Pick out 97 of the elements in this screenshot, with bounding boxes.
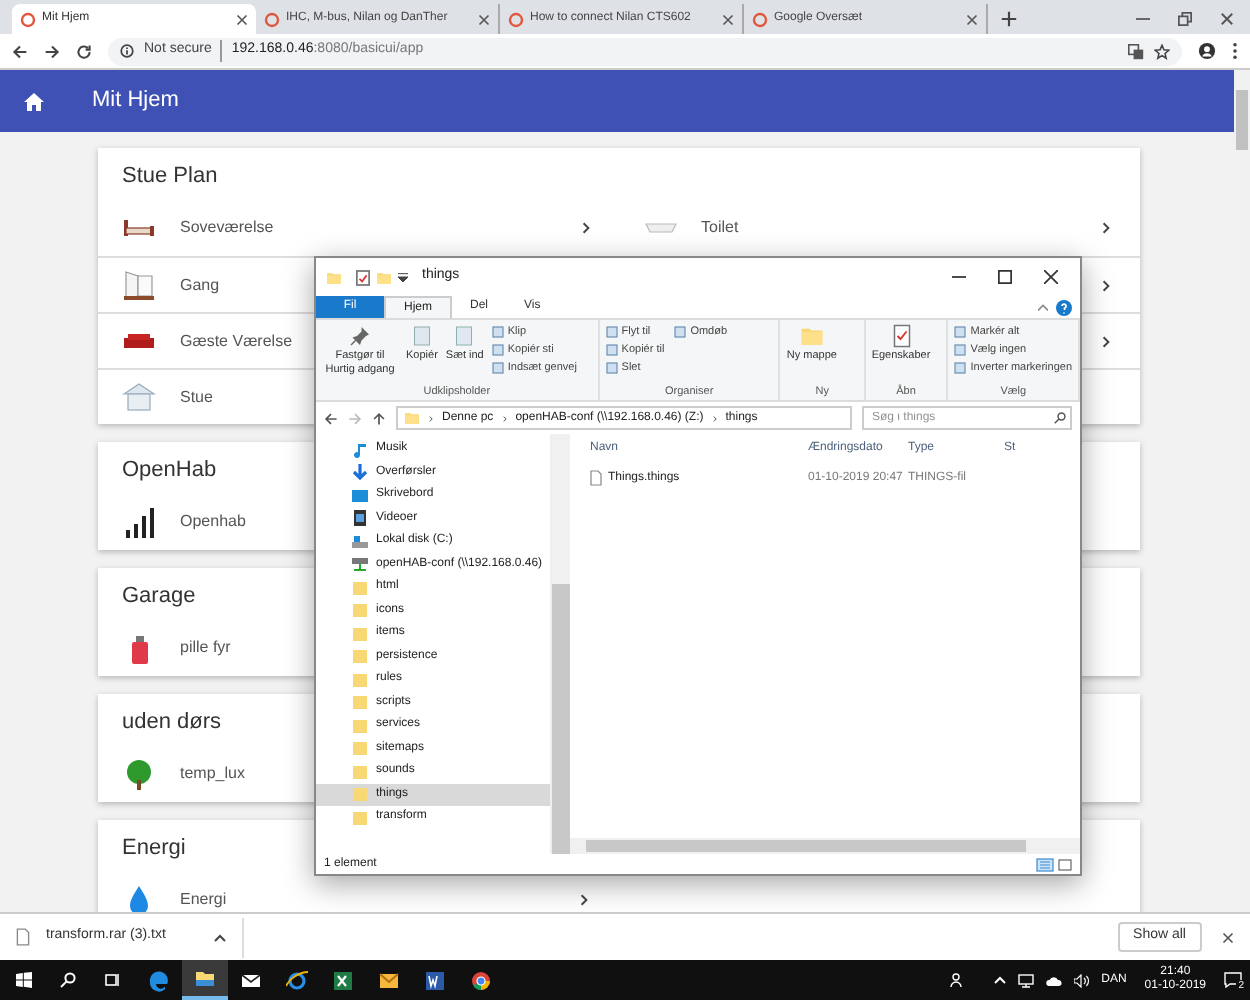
- envelope-icon: [240, 969, 262, 991]
- help-icon[interactable]: [1056, 300, 1072, 316]
- widget-label[interactable]: Energi: [180, 888, 227, 912]
- spreadsheet-icon: [332, 969, 354, 991]
- widget-label[interactable]: Gang: [180, 273, 220, 297]
- chevron-right-icon[interactable]: [579, 220, 591, 236]
- close-icon[interactable]: [966, 13, 978, 25]
- collapse-icon[interactable]: [1038, 304, 1048, 312]
- chevron-right-icon[interactable]: [1100, 277, 1112, 293]
- caret-up-icon[interactable]: [213, 933, 226, 941]
- maximize-icon[interactable]: [998, 270, 1012, 284]
- close-icon[interactable]: [1044, 270, 1058, 284]
- pin-icon: [348, 324, 372, 348]
- info-icon: [120, 44, 134, 58]
- chevron-right-icon[interactable]: [578, 892, 590, 908]
- page-icon: [20, 11, 36, 27]
- dropdown-icon[interactable]: [398, 272, 408, 282]
- clipboard-icon: [452, 324, 477, 348]
- widget-label[interactable]: Toilet: [701, 216, 739, 240]
- reload-icon[interactable]: [76, 43, 92, 59]
- folder-icon: [404, 410, 420, 426]
- speaker-icon[interactable]: [1073, 973, 1090, 987]
- ie-icon: [286, 969, 308, 991]
- new-tab-icon[interactable]: [1000, 10, 1018, 28]
- star-icon[interactable]: [1154, 43, 1170, 59]
- frame-title: uden dørs: [122, 707, 222, 737]
- large-icons-view-icon[interactable]: [1058, 857, 1072, 871]
- calendar-mail-icon: [378, 969, 400, 991]
- frame-title: Energi: [122, 833, 186, 863]
- back-icon[interactable]: [12, 43, 28, 59]
- download-arrow-icon: [352, 464, 368, 481]
- drive-icon: [352, 533, 368, 550]
- page-icon: [264, 11, 280, 27]
- properties-icon[interactable]: [356, 269, 370, 285]
- bathtub-icon: [643, 222, 677, 234]
- edge-icon: [148, 969, 170, 991]
- up-icon[interactable]: [372, 411, 386, 425]
- signal-icon: [122, 505, 156, 539]
- house-icon: [122, 380, 156, 414]
- action-icon: [674, 326, 687, 338]
- account-icon[interactable]: [1198, 42, 1216, 60]
- restore-icon[interactable]: [1178, 12, 1192, 26]
- document-icon: [424, 969, 446, 991]
- scrollbar[interactable]: [552, 434, 570, 854]
- network-drive-icon: [352, 556, 368, 573]
- task-view-icon[interactable]: [104, 972, 120, 988]
- notification-icon: [1224, 972, 1242, 988]
- back-icon[interactable]: [324, 411, 338, 425]
- frame-title: OpenHab: [122, 455, 217, 485]
- search-icon[interactable]: [1054, 412, 1066, 424]
- chevron-right-icon[interactable]: [1100, 333, 1112, 349]
- desktop-icon: [352, 487, 368, 504]
- close-icon[interactable]: [1222, 931, 1234, 943]
- search-icon[interactable]: [60, 972, 76, 988]
- properties-icon: [889, 324, 913, 348]
- chevron-right-icon: [428, 413, 434, 423]
- widget-label[interactable]: Gæste Værelse: [180, 329, 293, 353]
- file-icon: [16, 928, 30, 946]
- widget-label[interactable]: Stue: [180, 385, 213, 409]
- close-icon[interactable]: [722, 13, 734, 25]
- frame-title: Garage: [122, 581, 196, 611]
- taskbar-button[interactable]: [182, 960, 228, 1000]
- people-icon[interactable]: [949, 972, 966, 988]
- widget-label[interactable]: pille fyr: [180, 636, 231, 660]
- close-icon[interactable]: [478, 13, 490, 25]
- close-icon[interactable]: [236, 13, 248, 25]
- music-note-icon: [352, 441, 368, 458]
- page-icon: [508, 11, 524, 27]
- app-title: Mit Hjem: [92, 86, 179, 117]
- chevron-right-icon: [501, 413, 508, 423]
- forward-icon[interactable]: [44, 43, 60, 59]
- frame-title: Stue Plan: [122, 161, 218, 191]
- home-icon[interactable]: [24, 91, 44, 111]
- minimize-icon[interactable]: [1136, 12, 1150, 26]
- widget-label[interactable]: Soveværelse: [180, 216, 274, 240]
- minimize-icon[interactable]: [952, 270, 966, 284]
- chevron-right-icon[interactable]: [1100, 220, 1112, 236]
- chrome-icon: [470, 969, 492, 991]
- folder-icon: [326, 269, 342, 285]
- network-icon[interactable]: [1017, 973, 1034, 987]
- page-icon: [752, 11, 768, 27]
- film-icon: [352, 510, 368, 527]
- close-icon[interactable]: [1220, 12, 1234, 26]
- tree-icon: [122, 757, 156, 791]
- menu-icon[interactable]: [1232, 42, 1238, 60]
- copy-icon: [409, 324, 434, 348]
- file-icon: [590, 470, 602, 486]
- widget-label[interactable]: temp_lux: [180, 762, 245, 786]
- translate-icon[interactable]: [1128, 43, 1144, 59]
- folder-icon: [799, 324, 824, 348]
- windows-icon[interactable]: [16, 972, 32, 988]
- room-icon: [122, 268, 156, 302]
- folder-icon: [194, 967, 216, 989]
- cloud-icon[interactable]: [1045, 975, 1062, 985]
- chevron-right-icon: [711, 413, 718, 423]
- scrollbar[interactable]: [570, 838, 1080, 854]
- widget-label[interactable]: Openhab: [180, 510, 246, 534]
